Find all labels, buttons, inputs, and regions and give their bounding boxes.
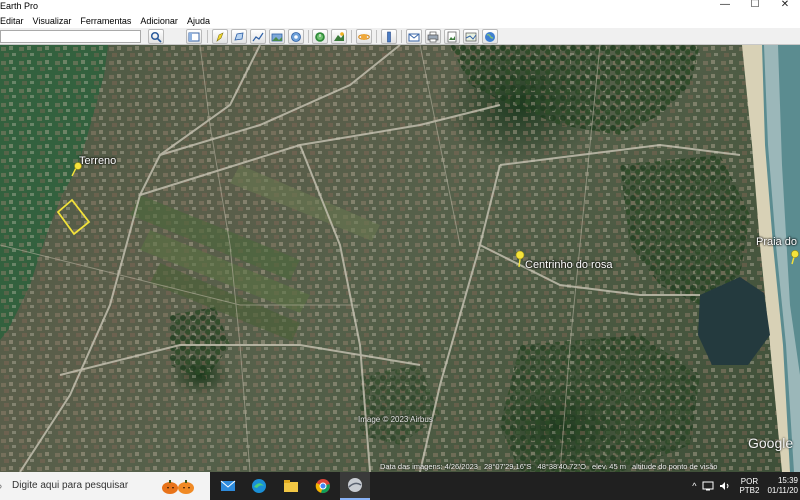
image-overlay-button[interactable] [269, 29, 285, 44]
add-placemark-button[interactable] [212, 29, 228, 44]
google-earth-icon [348, 478, 362, 492]
latitude: 28°07'29.16"S [483, 462, 532, 471]
add-path-button[interactable] [250, 29, 266, 44]
record-tour-button[interactable] [288, 29, 304, 44]
path-icon [252, 32, 264, 41]
menu-editar[interactable]: Editar [0, 14, 24, 28]
add-polygon-button[interactable] [231, 29, 247, 44]
title-bar: Earth Pro — ☐ ✕ [0, 0, 800, 14]
save-image-icon [447, 31, 457, 42]
clock-time: 15:39 [777, 476, 798, 485]
satellite-imagery [0, 45, 800, 472]
imagery-copyright: Image © 2023 Airbus [358, 415, 433, 424]
ruler-icon [387, 31, 391, 42]
globe-icon [485, 31, 495, 42]
imagery-date: Data das imagens: 4/26/2023 [380, 462, 478, 471]
edge-icon [252, 479, 266, 493]
search-icon: ⌕ [0, 479, 3, 494]
sunlight-button[interactable] [331, 29, 347, 44]
search-icon [150, 31, 162, 43]
clock-date: 01/11/20 [767, 486, 798, 495]
search-button[interactable] [148, 29, 164, 44]
print-button[interactable] [425, 29, 441, 44]
taskbar-search-box[interactable]: ⌕ Digite aqui para pesquisar [0, 472, 210, 500]
planets-button[interactable] [356, 29, 372, 44]
network-icon[interactable] [702, 481, 714, 491]
show-hidden-icons-chevron-icon[interactable]: ^ [692, 481, 696, 491]
ruler-button[interactable] [381, 29, 397, 44]
pumpkin-icon [162, 480, 194, 494]
taskbar-google-earth[interactable] [340, 472, 370, 500]
taskbar-search-placeholder: Digite aqui para pesquisar [12, 480, 129, 491]
mail-icon [220, 480, 236, 491]
planets-icon [358, 33, 370, 40]
label-terreno[interactable]: Terreno [79, 155, 116, 167]
elevation: elev. 45 m [591, 462, 626, 471]
polygon-icon [234, 32, 244, 40]
view-in-maps-button[interactable] [463, 29, 479, 44]
map-view[interactable]: Terreno Centrinho do rosa Praia do Image… [0, 45, 800, 472]
placemark-icon [216, 31, 224, 42]
close-button[interactable]: ✕ [770, 0, 800, 14]
print-icon [427, 31, 439, 42]
clock[interactable]: 15:39 01/11/20 [767, 476, 798, 496]
email-button[interactable] [406, 29, 422, 44]
system-tray: ^ POR PTB2 15:39 01/11/20 [692, 472, 800, 500]
placemark-pin-icon[interactable] [788, 249, 800, 265]
earth-button[interactable] [482, 29, 498, 44]
historical-imagery-icon [315, 31, 325, 42]
taskbar-file-explorer[interactable] [276, 472, 306, 500]
search-highlight-image[interactable] [160, 477, 200, 495]
taskbar-edge[interactable] [244, 472, 274, 500]
minimize-button[interactable]: — [710, 0, 740, 14]
historical-imagery-button[interactable] [312, 29, 328, 44]
longitude: 48°38'40.72"O [537, 462, 586, 471]
status-bar: Data das imagens: 4/26/2023 28°07'29.16"… [380, 462, 800, 472]
eye-altitude: altitude do ponto de visão [631, 462, 718, 471]
menu-adicionar[interactable]: Adicionar [140, 14, 178, 28]
email-icon [408, 33, 420, 41]
file-explorer-icon [284, 480, 298, 492]
language-code: POR [740, 477, 759, 486]
sunlight-icon [334, 31, 344, 41]
image-overlay-icon [271, 33, 283, 41]
menu-bar: Editar Visualizar Ferramentas Adicionar … [0, 14, 800, 28]
maps-icon [465, 32, 477, 41]
chrome-icon [315, 479, 330, 494]
record-tour-icon [291, 31, 301, 42]
taskbar: ⌕ Digite aqui para pesquisar ^ POR PTB2 [0, 472, 800, 500]
keyboard-layout: PTB2 [739, 486, 760, 495]
sidebar-toggle-button[interactable] [186, 29, 202, 44]
taskbar-mail[interactable] [213, 472, 243, 500]
sidebar-toggle-icon [188, 32, 200, 41]
toolbar [0, 28, 800, 45]
taskbar-chrome[interactable] [308, 472, 338, 500]
google-logo: Google [748, 435, 794, 451]
label-praia[interactable]: Praia do [756, 236, 797, 248]
window-title: Earth Pro [0, 1, 39, 11]
save-image-button[interactable] [444, 29, 460, 44]
volume-icon[interactable] [719, 481, 731, 491]
menu-ferramentas[interactable]: Ferramentas [80, 14, 131, 28]
input-language[interactable]: POR PTB2 [739, 477, 759, 495]
label-centrinho-do-rosa[interactable]: Centrinho do rosa [525, 259, 612, 271]
menu-visualizar[interactable]: Visualizar [33, 14, 72, 28]
search-input[interactable] [0, 30, 141, 43]
menu-ajuda[interactable]: Ajuda [187, 14, 210, 28]
maximize-button[interactable]: ☐ [740, 0, 770, 14]
